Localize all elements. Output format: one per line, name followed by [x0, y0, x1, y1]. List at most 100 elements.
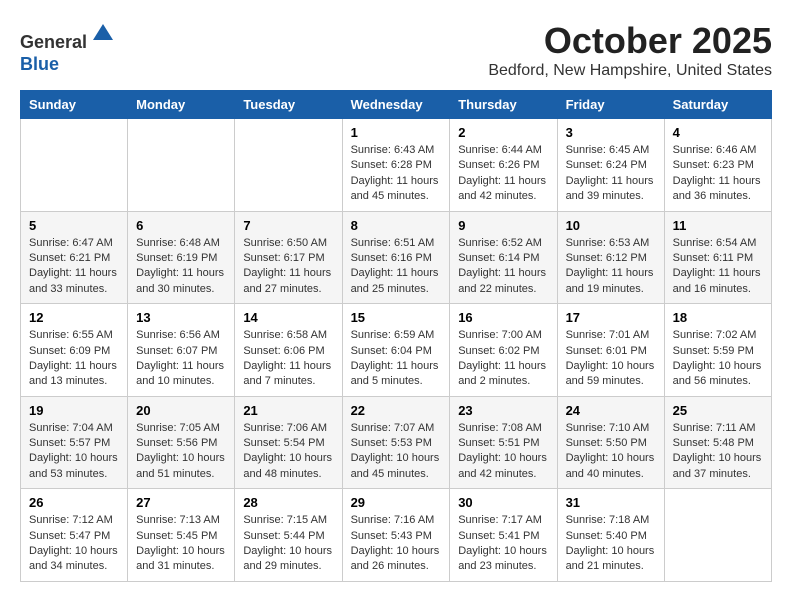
day-info: Sunrise: 6:51 AM Sunset: 6:16 PM Dayligh… [351, 236, 442, 298]
day-number: 21 [243, 403, 333, 418]
col-header-friday: Friday [557, 91, 664, 119]
day-number: 28 [243, 495, 333, 510]
calendar-cell: 18 Sunrise: 7:02 AM Sunset: 5:59 PM Dayli… [664, 304, 771, 397]
calendar-cell: 14 Sunrise: 6:58 AM Sunset: 6:06 PM Dayli… [235, 304, 342, 397]
day-info: Sunrise: 6:56 AM Sunset: 6:07 PM Dayligh… [136, 328, 226, 390]
day-info: Sunrise: 6:50 AM Sunset: 6:17 PM Dayligh… [243, 236, 333, 298]
day-number: 31 [566, 495, 656, 510]
calendar-cell: 2 Sunrise: 6:44 AM Sunset: 6:26 PM Daylig… [450, 119, 557, 212]
day-number: 11 [673, 218, 763, 233]
calendar-cell: 4 Sunrise: 6:46 AM Sunset: 6:23 PM Daylig… [664, 119, 771, 212]
day-number: 9 [458, 218, 548, 233]
col-header-monday: Monday [128, 91, 235, 119]
calendar-cell: 29 Sunrise: 7:16 AM Sunset: 5:43 PM Dayli… [342, 489, 450, 582]
day-info: Sunrise: 7:10 AM Sunset: 5:50 PM Dayligh… [566, 421, 656, 483]
logo-general: General [20, 32, 87, 52]
day-number: 24 [566, 403, 656, 418]
day-number: 2 [458, 125, 548, 140]
day-number: 8 [351, 218, 442, 233]
day-info: Sunrise: 7:13 AM Sunset: 5:45 PM Dayligh… [136, 513, 226, 575]
col-header-thursday: Thursday [450, 91, 557, 119]
day-info: Sunrise: 7:05 AM Sunset: 5:56 PM Dayligh… [136, 421, 226, 483]
col-header-wednesday: Wednesday [342, 91, 450, 119]
calendar-cell [128, 119, 235, 212]
day-info: Sunrise: 6:55 AM Sunset: 6:09 PM Dayligh… [29, 328, 119, 390]
logo: General Blue [20, 20, 117, 75]
calendar-cell: 7 Sunrise: 6:50 AM Sunset: 6:17 PM Daylig… [235, 211, 342, 304]
day-info: Sunrise: 6:48 AM Sunset: 6:19 PM Dayligh… [136, 236, 226, 298]
day-number: 6 [136, 218, 226, 233]
calendar-cell: 5 Sunrise: 6:47 AM Sunset: 6:21 PM Daylig… [21, 211, 128, 304]
calendar-cell [235, 119, 342, 212]
day-info: Sunrise: 7:15 AM Sunset: 5:44 PM Dayligh… [243, 513, 333, 575]
calendar-cell: 8 Sunrise: 6:51 AM Sunset: 6:16 PM Daylig… [342, 211, 450, 304]
day-info: Sunrise: 6:58 AM Sunset: 6:06 PM Dayligh… [243, 328, 333, 390]
day-info: Sunrise: 7:12 AM Sunset: 5:47 PM Dayligh… [29, 513, 119, 575]
calendar-cell [664, 489, 771, 582]
day-info: Sunrise: 7:02 AM Sunset: 5:59 PM Dayligh… [673, 328, 763, 390]
calendar-cell: 1Sunrise: 6:43 AM Sunset: 6:28 PM Daylig… [342, 119, 450, 212]
calendar-cell: 23Sunrise: 7:08 AM Sunset: 5:51 PM Dayli… [450, 396, 557, 489]
title-block: October 2025 Bedford, New Hampshire, Uni… [488, 20, 772, 80]
day-number: 15 [351, 310, 442, 325]
day-number: 26 [29, 495, 119, 510]
day-number: 1 [351, 125, 442, 140]
day-info: Sunrise: 7:06 AM Sunset: 5:54 PM Dayligh… [243, 421, 333, 483]
calendar-cell: 25Sunrise: 7:11 AM Sunset: 5:48 PM Dayli… [664, 396, 771, 489]
day-info: Sunrise: 6:46 AM Sunset: 6:23 PM Dayligh… [673, 143, 763, 205]
calendar-cell: 27 Sunrise: 7:13 AM Sunset: 5:45 PM Dayli… [128, 489, 235, 582]
day-number: 19 [29, 403, 119, 418]
day-info: Sunrise: 6:47 AM Sunset: 6:21 PM Dayligh… [29, 236, 119, 298]
day-info: Sunrise: 6:45 AM Sunset: 6:24 PM Dayligh… [566, 143, 656, 205]
calendar-cell: 10 Sunrise: 6:53 AM Sunset: 6:12 PM Dayli… [557, 211, 664, 304]
calendar-table: SundayMondayTuesdayWednesdayThursdayFrid… [20, 90, 772, 582]
day-number: 27 [136, 495, 226, 510]
day-number: 5 [29, 218, 119, 233]
day-info: Sunrise: 7:16 AM Sunset: 5:43 PM Dayligh… [351, 513, 442, 575]
calendar-cell: 19 Sunrise: 7:04 AM Sunset: 5:57 PM Dayli… [21, 396, 128, 489]
day-info: Sunrise: 7:17 AM Sunset: 5:41 PM Dayligh… [458, 513, 548, 575]
calendar-week-3: 12Sunrise: 6:55 AM Sunset: 6:09 PM Dayli… [21, 304, 772, 397]
calendar-cell: 30Sunrise: 7:17 AM Sunset: 5:41 PM Dayli… [450, 489, 557, 582]
day-number: 4 [673, 125, 763, 140]
day-info: Sunrise: 6:44 AM Sunset: 6:26 PM Dayligh… [458, 143, 548, 205]
day-number: 7 [243, 218, 333, 233]
calendar-cell: 22 Sunrise: 7:07 AM Sunset: 5:53 PM Dayli… [342, 396, 450, 489]
calendar-week-2: 5 Sunrise: 6:47 AM Sunset: 6:21 PM Daylig… [21, 211, 772, 304]
day-info: Sunrise: 7:04 AM Sunset: 5:57 PM Dayligh… [29, 421, 119, 483]
day-info: Sunrise: 7:07 AM Sunset: 5:53 PM Dayligh… [351, 421, 442, 483]
calendar-cell: 24 Sunrise: 7:10 AM Sunset: 5:50 PM Dayli… [557, 396, 664, 489]
day-number: 22 [351, 403, 442, 418]
calendar-cell: 21 Sunrise: 7:06 AM Sunset: 5:54 PM Dayli… [235, 396, 342, 489]
calendar-cell: 26 Sunrise: 7:12 AM Sunset: 5:47 PM Dayli… [21, 489, 128, 582]
day-number: 20 [136, 403, 226, 418]
page-header: General Blue October 2025 Bedford, New H… [20, 20, 772, 80]
day-number: 25 [673, 403, 763, 418]
col-header-saturday: Saturday [664, 91, 771, 119]
day-number: 17 [566, 310, 656, 325]
day-number: 29 [351, 495, 442, 510]
day-info: Sunrise: 7:18 AM Sunset: 5:40 PM Dayligh… [566, 513, 656, 575]
calendar-cell: 15Sunrise: 6:59 AM Sunset: 6:04 PM Dayli… [342, 304, 450, 397]
calendar-cell: 11 Sunrise: 6:54 AM Sunset: 6:11 PM Dayli… [664, 211, 771, 304]
calendar-cell: 13 Sunrise: 6:56 AM Sunset: 6:07 PM Dayli… [128, 304, 235, 397]
calendar-cell: 16Sunrise: 7:00 AM Sunset: 6:02 PM Dayli… [450, 304, 557, 397]
day-number: 13 [136, 310, 226, 325]
day-number: 18 [673, 310, 763, 325]
month-title: October 2025 [488, 20, 772, 62]
calendar-cell: 3Sunrise: 6:45 AM Sunset: 6:24 PM Daylig… [557, 119, 664, 212]
day-info: Sunrise: 6:53 AM Sunset: 6:12 PM Dayligh… [566, 236, 656, 298]
calendar-week-1: 1Sunrise: 6:43 AM Sunset: 6:28 PM Daylig… [21, 119, 772, 212]
day-number: 10 [566, 218, 656, 233]
calendar-cell [21, 119, 128, 212]
day-info: Sunrise: 7:08 AM Sunset: 5:51 PM Dayligh… [458, 421, 548, 483]
day-info: Sunrise: 6:54 AM Sunset: 6:11 PM Dayligh… [673, 236, 763, 298]
calendar-week-5: 26 Sunrise: 7:12 AM Sunset: 5:47 PM Dayli… [21, 489, 772, 582]
location: Bedford, New Hampshire, United States [488, 62, 772, 80]
col-header-tuesday: Tuesday [235, 91, 342, 119]
calendar-week-4: 19 Sunrise: 7:04 AM Sunset: 5:57 PM Dayli… [21, 396, 772, 489]
day-info: Sunrise: 7:01 AM Sunset: 6:01 PM Dayligh… [566, 328, 656, 390]
day-number: 14 [243, 310, 333, 325]
day-info: Sunrise: 7:00 AM Sunset: 6:02 PM Dayligh… [458, 328, 548, 390]
calendar-cell: 12Sunrise: 6:55 AM Sunset: 6:09 PM Dayli… [21, 304, 128, 397]
